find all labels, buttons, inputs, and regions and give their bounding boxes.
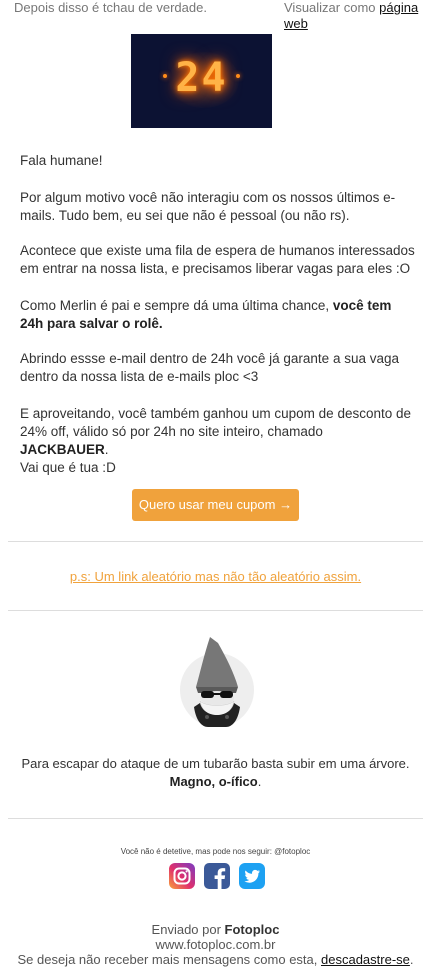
paragraph-3-text: Como Merlin é pai e sempre dá uma última… xyxy=(20,298,333,313)
signature-quote: Para escapar do ataque de um tubarão bas… xyxy=(14,755,417,791)
use-coupon-button[interactable]: Quero usar meu cupom → xyxy=(132,489,299,521)
preheader: Depois disso é tchau de verdade. Visuali… xyxy=(0,0,431,34)
unsubscribe-end: . xyxy=(409,952,414,967)
paragraph-5-text: E aproveitando, você também ganhou um cu… xyxy=(20,406,411,439)
hero-right-dot xyxy=(236,74,240,78)
quote-author: Magno, o-ífico xyxy=(169,774,258,789)
greeting: Fala humane! xyxy=(20,153,103,168)
hero-image: 24 xyxy=(131,34,272,128)
unsubscribe-line: Se deseja não receber mais mensagens com… xyxy=(0,952,431,967)
view-online-prefix: Visualizar como xyxy=(284,0,380,15)
hero-countdown-digits: 24 xyxy=(175,55,228,101)
facebook-icon[interactable] xyxy=(204,863,230,889)
sent-by-text: Enviado por xyxy=(151,922,225,937)
paragraph-3: Como Merlin é pai e sempre dá uma última… xyxy=(20,297,415,333)
quote-text: Para escapar do ataque de um tubarão bas… xyxy=(21,756,410,771)
footer-url: www.fotoploc.com.br xyxy=(155,937,276,952)
gnome-avatar-icon xyxy=(180,637,254,727)
twitter-icon-graphic xyxy=(239,863,265,889)
gnome-avatar xyxy=(180,637,254,729)
divider-2 xyxy=(8,610,423,611)
quote-author-end: . xyxy=(257,774,262,789)
preheader-text: Depois disso é tchau de verdade. xyxy=(14,0,207,15)
paragraph-1: Por algum motivo você não interagiu com … xyxy=(20,190,396,223)
hero-left-dot xyxy=(163,74,167,78)
paragraph-4: Abrindo essse e-mail dentro de 24h você … xyxy=(20,351,399,384)
divider-3 xyxy=(8,818,423,819)
sent-by-brand: Fotoploc xyxy=(224,922,280,937)
sent-by: Enviado por Fotoploc xyxy=(0,922,431,937)
paragraph-2: Acontece que existe uma fila de espera d… xyxy=(20,243,415,276)
paragraph-5: E aproveitando, você também ganhou um cu… xyxy=(20,405,415,459)
twitter-icon[interactable] xyxy=(239,863,265,889)
unsubscribe-link[interactable]: descadastre-se xyxy=(321,952,410,967)
coupon-code: JACKBAUER xyxy=(20,442,105,457)
facebook-icon-graphic xyxy=(204,863,230,889)
ps-link[interactable]: p.s: Um link aleatório mas não tão aleat… xyxy=(0,569,431,584)
paragraph-5-end: . xyxy=(104,442,109,457)
divider-1 xyxy=(8,541,423,542)
view-online: Visualizar como página web xyxy=(284,0,424,32)
instagram-icon[interactable] xyxy=(169,863,195,889)
unsubscribe-text: Se deseja não receber mais mensagens com… xyxy=(17,952,321,967)
paragraph-6: Vai que é tua :D xyxy=(20,460,116,475)
instagram-icon-graphic xyxy=(169,863,195,889)
follow-note: Você não é detetive, mas pode nos seguir… xyxy=(120,847,311,856)
